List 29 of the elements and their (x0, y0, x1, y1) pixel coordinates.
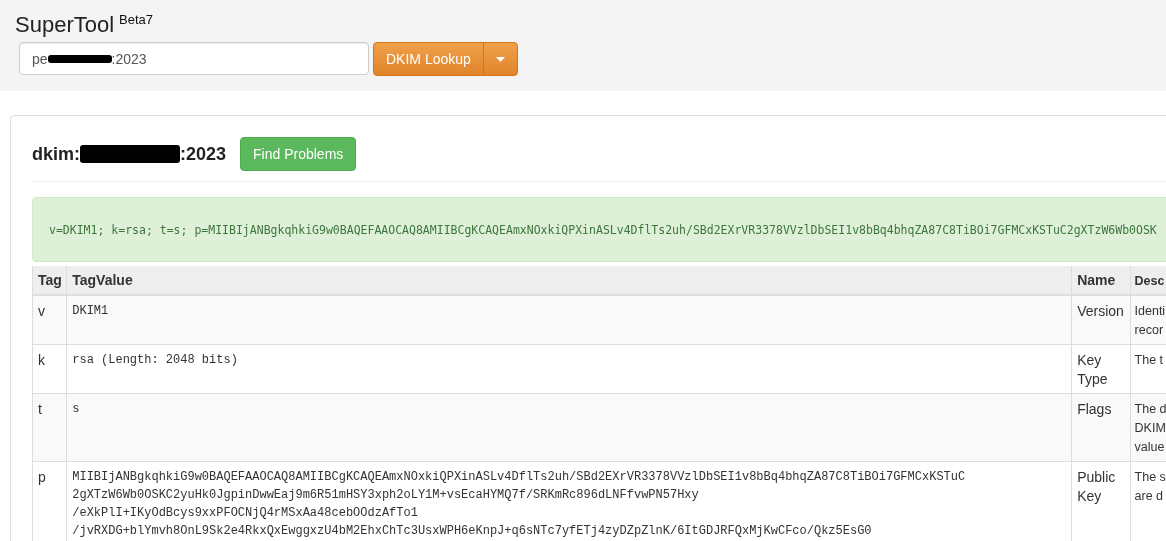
tag-cell-text: v (38, 302, 46, 321)
description-cell-text: The t (1134, 352, 1165, 369)
tag-value-cell-text: s (72, 401, 81, 418)
tag-value-cell-text: DKIM1 (72, 303, 110, 320)
find-problems-button[interactable]: Find Problems (240, 137, 357, 171)
tag-value-cell-text: rsa (Length: 2048 bits) (72, 352, 239, 369)
tag-cell-text: p (38, 468, 47, 487)
dkim-lookup-button[interactable]: DKIM Lookup (373, 42, 484, 76)
name-cell-text: Key Type (1077, 351, 1109, 389)
tag-cell-text: t (38, 400, 43, 419)
tag-value-cell-text: MIIBIjANBgkqhkiG9w0BAQEFAAOCAQ8AMIIBCgKCAQEAmxNOxkiQPXinASLv4DflTs2uh/SBd2EXrVR3378VVzlDbSEI1v8bBq4bhqZA87C8TiBOi7GFMCxKSTuC 2gXTzW6Wb0OSKC2yuHk0JgpinDwwEaj9m6R51mHSY3xph2oLY1M+vsEcaHYMQ7f/SRKmRc896dLNFfvwPN57Hxy /eXkPlI+IKyOdBcys9xxPFOCNjQ4rMSxAa48cebOOdzAfTo1 /jvRXDG+blYmvh8OnL9Sk2e4RkxQxEwggxzU4bM2EhxChTc3UsxWPH6eKnpJ+q6sNTc7yfETj4zyDZpZlnK/6ItGDJRFQxMjKwCFco/Qkz5EsG0 (72, 469, 967, 540)
description-cell-text: The d DKIM value (1134, 401, 1166, 456)
column-header: Name (1077, 272, 1116, 288)
column-header: Desc (1134, 274, 1165, 288)
dropdown-toggle[interactable] (482, 42, 518, 76)
column-header: Tag (38, 272, 62, 288)
name-cell-text: Public Key (1077, 468, 1117, 506)
name-cell: Version (1077, 302, 1125, 321)
caret-icon (495, 56, 505, 62)
dkim-record-text: v=DKIM1; k=rsa; t=s; p=MIIBIjANBgkqhkiG9w0BAQEFAAOCAQ8AMIIBCgKCAQEAmxNOxkiQPXinASLv4DflTs2uh/SBd2EXrVR3378VVzlDbSEI1v8bBq4bhqZA87C8TiBOi7GFMCxKSTuC2gXTzW6Wb0OSK (49, 222, 1157, 237)
app-title: SuperTool (15, 12, 115, 38)
description-cell-text: Identi recor (1134, 303, 1166, 339)
record-heading: dkim: :2023 (32, 143, 227, 165)
version-label: Beta7 (119, 12, 154, 28)
description-cell-text: The s are d (1134, 469, 1166, 505)
column-header: TagValue (72, 272, 133, 288)
tag-cell-text: k (38, 351, 46, 370)
name-cell-text: Flags (1077, 400, 1113, 419)
search-field[interactable]: pe :2023 (19, 42, 369, 75)
